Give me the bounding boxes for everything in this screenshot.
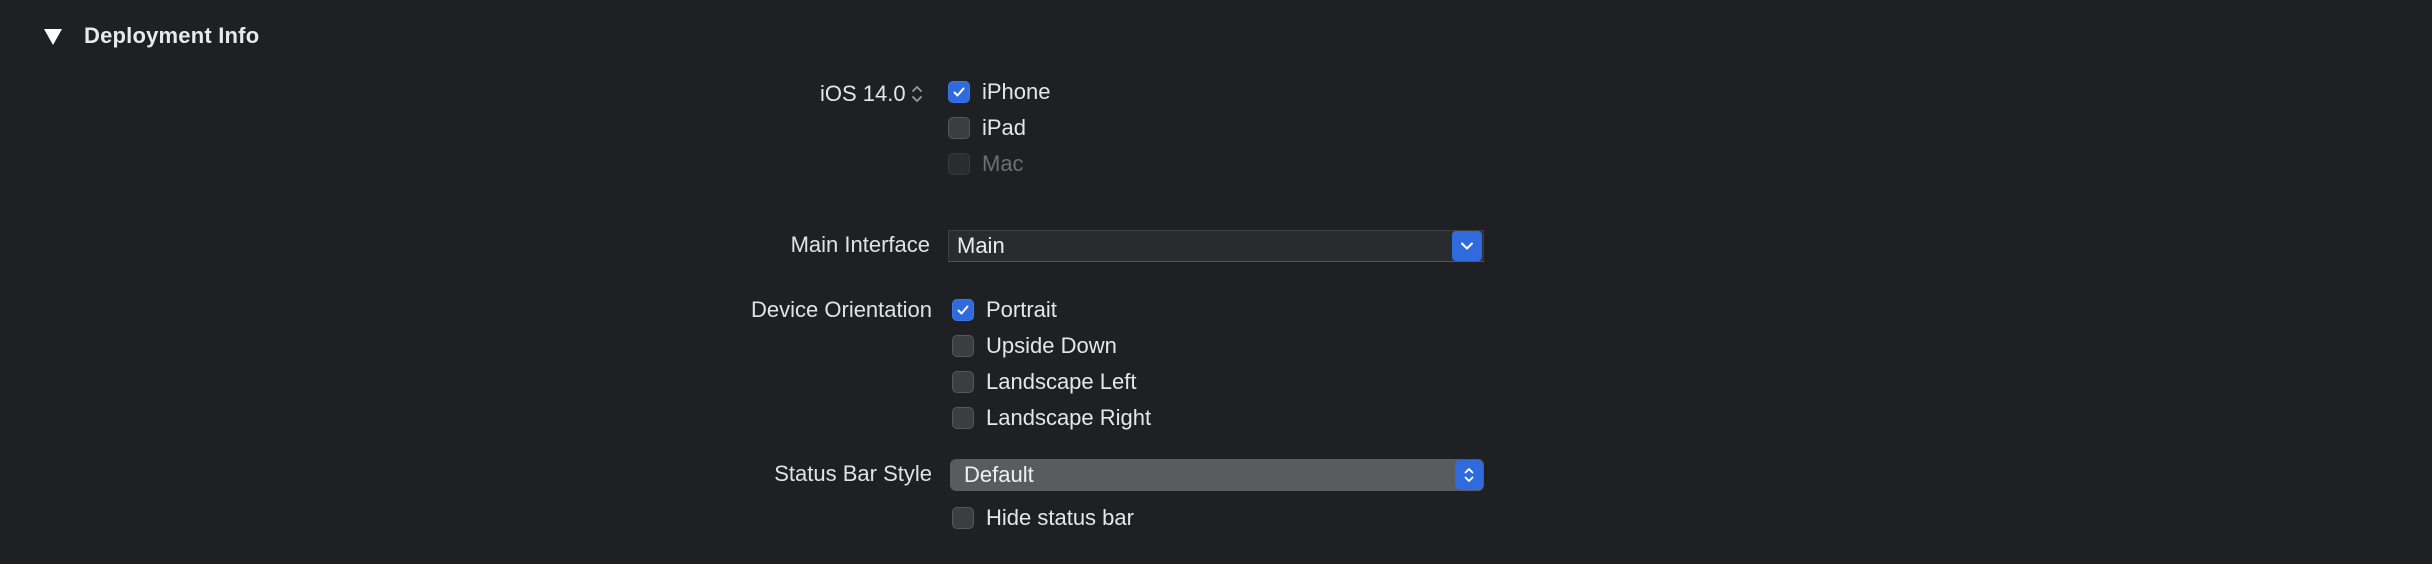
- combo-dropdown-button[interactable]: [1452, 231, 1482, 261]
- checkbox-checked[interactable]: [948, 81, 970, 103]
- device-checkbox-mac: Mac: [948, 151, 1024, 177]
- checkmark-icon: [957, 305, 969, 315]
- orientation-checkbox-upside-down[interactable]: Upside Down: [952, 333, 1117, 359]
- checkbox-checked[interactable]: [952, 299, 974, 321]
- deployment-info-panel: Deployment Info iOS 14.0 iPhone iPad Mac…: [0, 0, 2432, 564]
- checkmark-icon: [953, 87, 965, 97]
- orientation-checkbox-landscape-right[interactable]: Landscape Right: [952, 405, 1151, 431]
- main-interface-value[interactable]: Main: [949, 233, 1452, 259]
- section-title: Deployment Info: [84, 23, 260, 48]
- orientation-checkbox-portrait[interactable]: Portrait: [952, 297, 1057, 323]
- orientation-checkbox-landscape-left[interactable]: Landscape Left: [952, 369, 1136, 395]
- ios-version-value: iOS 14.0: [820, 81, 906, 106]
- main-interface-combobox[interactable]: Main: [948, 230, 1484, 262]
- status-bar-style-label: Status Bar Style: [774, 461, 932, 486]
- checkbox-unchecked[interactable]: [952, 407, 974, 429]
- disclosure-triangle-down-icon[interactable]: [44, 29, 62, 45]
- ios-version-picker[interactable]: iOS 14.0: [820, 78, 924, 110]
- hide-status-bar-checkbox[interactable]: Hide status bar: [952, 505, 1134, 531]
- checkbox-disabled: [948, 153, 970, 175]
- checkbox-unchecked[interactable]: [952, 335, 974, 357]
- device-checkbox-ipad[interactable]: iPad: [948, 115, 1026, 141]
- popup-arrows-button[interactable]: [1455, 460, 1483, 490]
- checkbox-label: Upside Down: [986, 333, 1117, 358]
- checkbox-unchecked[interactable]: [952, 507, 974, 529]
- checkbox-label: Hide status bar: [986, 505, 1134, 530]
- status-bar-style-value: Default: [964, 462, 1034, 487]
- chevron-down-icon: [1461, 242, 1473, 250]
- checkbox-label: Landscape Right: [986, 405, 1152, 430]
- checkbox-label: iPad: [982, 115, 1027, 140]
- checkbox-label: Mac: [982, 151, 1024, 176]
- checkbox-unchecked[interactable]: [952, 371, 974, 393]
- checkbox-label: Portrait: [986, 297, 1057, 322]
- deployment-info-header[interactable]: Deployment Info: [44, 18, 259, 54]
- checkbox-label: iPhone: [982, 79, 1051, 104]
- main-interface-label: Main Interface: [790, 232, 930, 257]
- device-checkbox-iphone[interactable]: iPhone: [948, 79, 1051, 105]
- checkbox-label: Landscape Left: [986, 369, 1137, 394]
- device-orientation-label: Device Orientation: [751, 297, 932, 322]
- up-down-chevron-icon: [1464, 468, 1474, 482]
- status-bar-style-popup[interactable]: Default: [950, 459, 1484, 491]
- up-down-chevron-icon[interactable]: [910, 83, 924, 105]
- checkbox-unchecked[interactable]: [948, 117, 970, 139]
